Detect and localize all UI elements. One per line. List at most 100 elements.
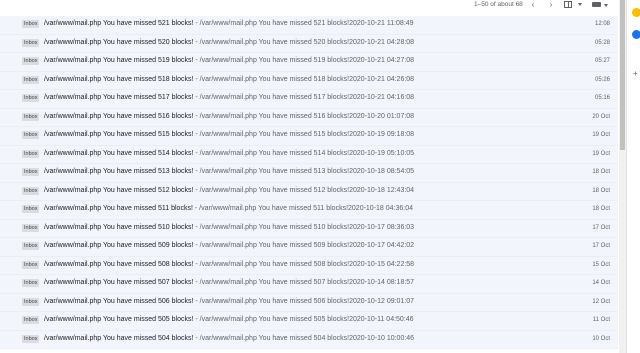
email-subject-line: /var/www/mail.php You have missed 518 bl… xyxy=(44,75,414,85)
email-subject-line: /var/www/mail.php You have missed 508 bl… xyxy=(44,260,414,270)
email-subject: /var/www/mail.php You have missed 520 bl… xyxy=(44,38,194,46)
email-row[interactable]: Inbox/var/www/mail.php You have missed 5… xyxy=(0,238,618,257)
email-date: 18 Oct xyxy=(592,206,610,212)
email-date: 05:26 xyxy=(594,76,610,83)
email-date: 19 Oct xyxy=(592,150,610,157)
email-subject: /var/www/mail.php You have missed 513 bl… xyxy=(44,168,194,175)
email-row[interactable]: Inbox/var/www/mail.php You have missed 5… xyxy=(0,293,618,312)
email-date: 10 Oct xyxy=(592,335,610,342)
inbox-label-badge: Inbox xyxy=(22,149,40,158)
inbox-label-badge: Inbox xyxy=(22,94,40,102)
email-date: 12 Oct xyxy=(592,298,610,305)
email-date: 18 Oct xyxy=(592,169,610,175)
email-snippet: /var/www/mail.php You have missed 514 bl… xyxy=(199,149,415,157)
email-row[interactable]: Inbox/var/www/mail.php You have missed 5… xyxy=(0,312,618,331)
email-row[interactable]: Inbox/var/www/mail.php You have missed 5… xyxy=(0,201,618,220)
inbox-label-badge: Inbox xyxy=(22,112,40,121)
email-subject: /var/www/mail.php You have missed 507 bl… xyxy=(44,279,194,286)
email-snippet: /var/www/mail.php You have missed 517 bl… xyxy=(199,94,415,101)
email-row[interactable]: Inbox/var/www/mail.php You have missed 5… xyxy=(0,219,618,238)
chevron-right-icon[interactable]: › xyxy=(546,0,556,9)
email-snippet: /var/www/mail.php You have missed 505 bl… xyxy=(199,316,414,323)
email-row[interactable]: Inbox/var/www/mail.php You have missed 5… xyxy=(0,164,618,183)
email-subject-line: /var/www/mail.php You have missed 511 bl… xyxy=(44,204,413,214)
email-snippet: /var/www/mail.php You have missed 518 bl… xyxy=(199,75,415,83)
keep-icon[interactable] xyxy=(632,8,640,17)
email-subject: /var/www/mail.php You have missed 514 bl… xyxy=(44,149,194,157)
email-row[interactable]: Inbox/var/www/mail.php You have missed 5… xyxy=(0,71,618,90)
email-subject: /var/www/mail.php You have missed 505 bl… xyxy=(44,316,194,323)
inbox-label-badge: Inbox xyxy=(22,186,40,195)
email-date: 17 Oct xyxy=(592,243,610,249)
add-addon-button[interactable]: + xyxy=(633,70,638,78)
chevron-left-icon[interactable]: ‹ xyxy=(528,0,538,9)
email-subject: /var/www/mail.php You have missed 516 bl… xyxy=(44,112,194,120)
email-date: 17 Oct xyxy=(592,224,610,231)
email-subject: /var/www/mail.php You have missed 510 bl… xyxy=(44,223,194,231)
email-subject-line: /var/www/mail.php You have missed 504 bl… xyxy=(44,334,414,344)
email-list: Inbox/var/www/mail.php You have missed 5… xyxy=(0,16,618,349)
email-subject-line: /var/www/mail.php You have missed 517 bl… xyxy=(44,93,414,103)
inbox-label-badge: Inbox xyxy=(22,223,40,232)
tasks-icon[interactable] xyxy=(632,30,640,39)
email-subject: /var/www/mail.php You have missed 504 bl… xyxy=(44,334,194,342)
email-subject-line: /var/www/mail.php You have missed 506 bl… xyxy=(44,297,414,307)
email-row[interactable]: Inbox/var/www/mail.php You have missed 5… xyxy=(0,182,618,201)
email-subject-line: /var/www/mail.php You have missed 520 bl… xyxy=(44,38,414,48)
email-row[interactable]: Inbox/var/www/mail.php You have missed 5… xyxy=(0,145,618,164)
split-pane-toggle-button[interactable] xyxy=(564,1,582,9)
email-snippet: /var/www/mail.php You have missed 506 bl… xyxy=(199,297,415,305)
email-row[interactable]: Inbox/var/www/mail.php You have missed 5… xyxy=(0,275,618,294)
email-date: 19 Oct xyxy=(592,132,610,138)
email-snippet: /var/www/mail.php You have missed 507 bl… xyxy=(199,279,415,286)
email-snippet: /var/www/mail.php You have missed 512 bl… xyxy=(199,186,415,194)
email-row[interactable]: Inbox/var/www/mail.php You have missed 5… xyxy=(0,53,618,72)
email-row[interactable]: Inbox/var/www/mail.php You have missed 5… xyxy=(0,16,618,35)
email-subject: /var/www/mail.php You have missed 518 bl… xyxy=(44,75,194,83)
email-date: 05:28 xyxy=(594,39,610,46)
email-subject: /var/www/mail.php You have missed 509 bl… xyxy=(44,242,194,249)
email-snippet: /var/www/mail.php You have missed 511 bl… xyxy=(199,205,414,212)
email-date: 20 Oct xyxy=(592,113,610,120)
email-subject: /var/www/mail.php You have missed 506 bl… xyxy=(44,297,194,305)
list-scrollbar[interactable] xyxy=(619,0,626,353)
inbox-label-badge: Inbox xyxy=(22,297,40,306)
email-snippet: /var/www/mail.php You have missed 508 bl… xyxy=(199,260,415,268)
email-snippet: /var/www/mail.php You have missed 515 bl… xyxy=(199,131,415,138)
email-subject-line: /var/www/mail.php You have missed 521 bl… xyxy=(44,19,414,29)
inbox-label-badge: Inbox xyxy=(22,242,40,250)
email-date: 18 Oct xyxy=(592,187,610,194)
email-row[interactable]: Inbox/var/www/mail.php You have missed 5… xyxy=(0,34,618,53)
email-snippet: /var/www/mail.php You have missed 513 bl… xyxy=(199,168,415,175)
inbox-label-badge: Inbox xyxy=(22,334,40,343)
email-subject-line: /var/www/mail.php You have missed 513 bl… xyxy=(44,167,414,177)
email-row[interactable]: Inbox/var/www/mail.php You have missed 5… xyxy=(0,127,618,146)
inbox-label-badge: Inbox xyxy=(22,131,40,139)
input-tools-button[interactable] xyxy=(592,2,608,8)
email-subject-line: /var/www/mail.php You have missed 519 bl… xyxy=(44,56,414,66)
email-subject: /var/www/mail.php You have missed 515 bl… xyxy=(44,131,194,138)
inbox-label-badge: Inbox xyxy=(22,316,40,324)
inbox-label-badge: Inbox xyxy=(22,205,40,213)
email-row[interactable]: Inbox/var/www/mail.php You have missed 5… xyxy=(0,90,618,109)
scrollbar-thumb[interactable] xyxy=(620,0,625,150)
email-date: 05:27 xyxy=(594,58,610,64)
email-snippet: /var/www/mail.php You have missed 509 bl… xyxy=(199,242,415,249)
email-date: 11 Oct xyxy=(592,317,610,323)
email-subject-line: /var/www/mail.php You have missed 515 bl… xyxy=(44,130,414,140)
email-row[interactable]: Inbox/var/www/mail.php You have missed 5… xyxy=(0,330,618,349)
inbox-label-badge: Inbox xyxy=(22,279,40,287)
email-subject: /var/www/mail.php You have missed 517 bl… xyxy=(44,94,194,101)
email-subject-line: /var/www/mail.php You have missed 514 bl… xyxy=(44,149,414,159)
caret-down-icon xyxy=(578,3,582,6)
email-snippet: /var/www/mail.php You have missed 519 bl… xyxy=(199,57,415,64)
inbox-label-badge: Inbox xyxy=(22,260,40,269)
email-snippet: /var/www/mail.php You have missed 510 bl… xyxy=(199,223,415,231)
email-row[interactable]: Inbox/var/www/mail.php You have missed 5… xyxy=(0,108,618,127)
inbox-label-badge: Inbox xyxy=(22,57,40,65)
email-row[interactable]: Inbox/var/www/mail.php You have missed 5… xyxy=(0,256,618,275)
email-date: 15 Oct xyxy=(592,261,610,268)
pagination-range: 1–50 of about 68 xyxy=(474,1,523,8)
email-subject-line: /var/www/mail.php You have missed 512 bl… xyxy=(44,186,414,196)
email-subject-line: /var/www/mail.php You have missed 505 bl… xyxy=(44,315,414,325)
